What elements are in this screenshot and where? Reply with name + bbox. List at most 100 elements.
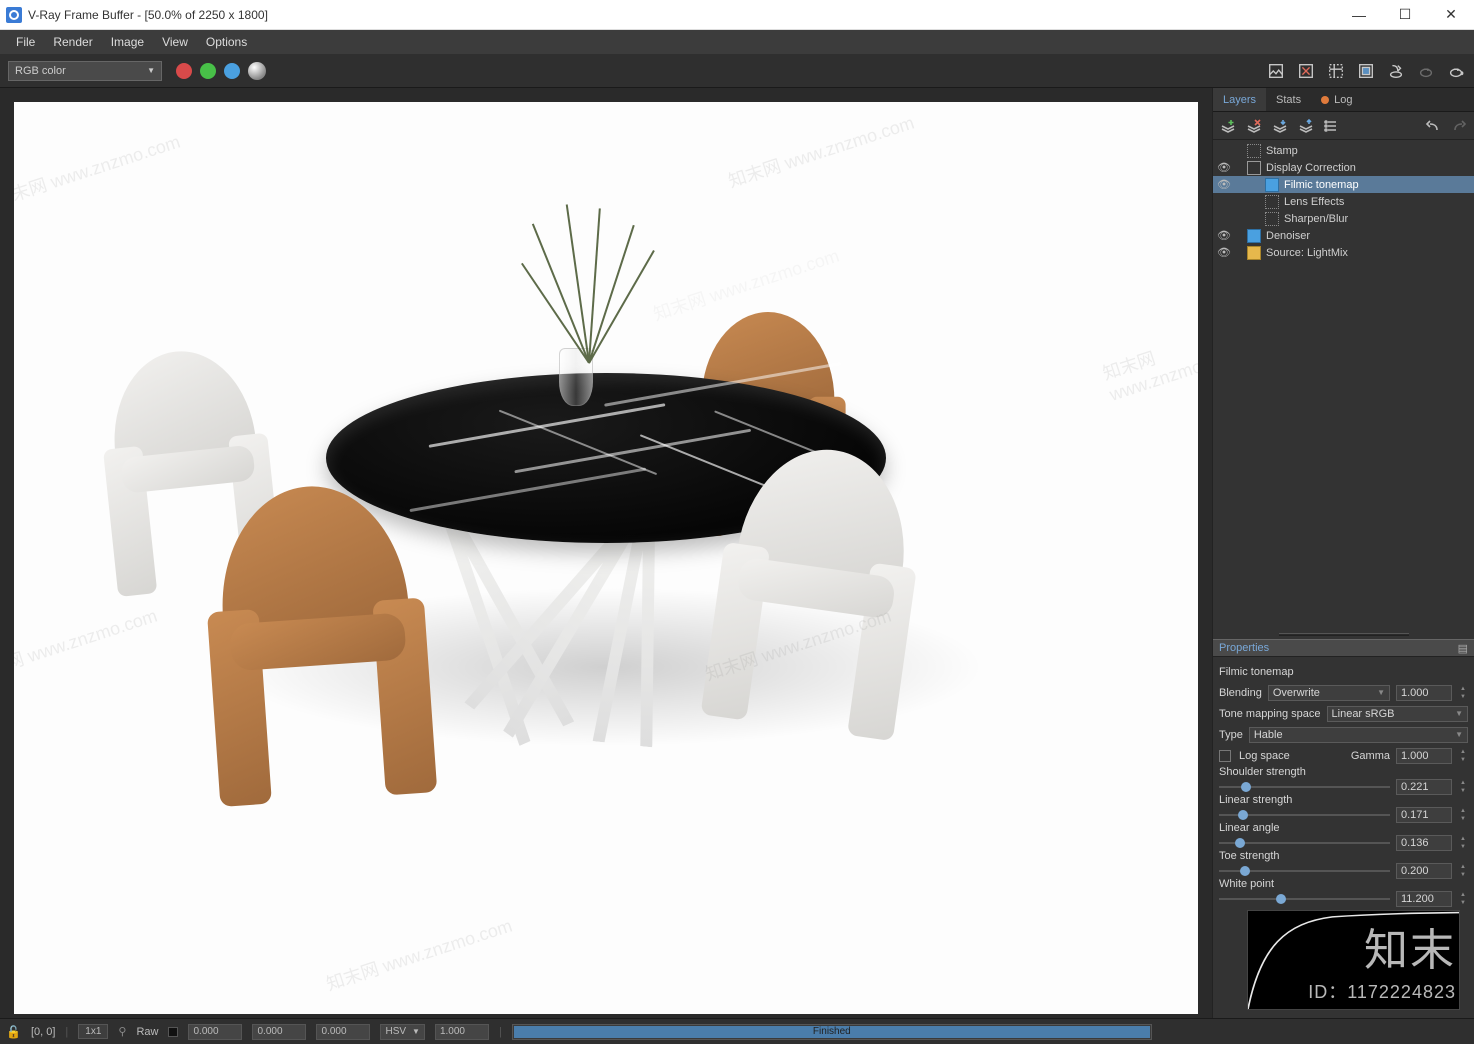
gamma-spinner[interactable]: ▲▼	[1458, 748, 1468, 764]
slider-spinner[interactable]: ▲▼	[1458, 891, 1468, 907]
side-tabs: Layers Stats Log	[1213, 88, 1474, 112]
layer-type-icon	[1265, 212, 1279, 226]
slider-track[interactable]	[1219, 809, 1390, 821]
visibility-toggle-icon[interactable]: 👁	[1213, 229, 1235, 242]
slider-value-field[interactable]: 0.136	[1396, 835, 1452, 851]
undo-icon[interactable]	[1424, 117, 1442, 135]
slider-spinner[interactable]: ▲▼	[1458, 835, 1468, 851]
slider-track[interactable]	[1219, 865, 1390, 877]
blending-select[interactable]: Overwrite▼	[1268, 685, 1390, 701]
panel-resize-grip[interactable]	[1213, 629, 1474, 639]
properties-header[interactable]: Properties ▤	[1213, 639, 1474, 657]
layer-row[interactable]: 👁Denoiser	[1213, 227, 1474, 244]
color-swatch	[168, 1027, 178, 1037]
alpha-field[interactable]: 1.000	[435, 1024, 489, 1040]
slider-track[interactable]	[1219, 893, 1390, 905]
save-preset-icon[interactable]	[1271, 117, 1289, 135]
layer-row[interactable]: 👁 Source: LightMix	[1213, 244, 1474, 261]
blending-label: Blending	[1219, 687, 1262, 699]
close-button[interactable]: ✕	[1428, 0, 1474, 29]
layer-label: Display Correction	[1266, 162, 1356, 174]
add-layer-icon[interactable]	[1219, 117, 1237, 135]
slider-value-field[interactable]: 0.200	[1396, 863, 1452, 879]
clear-image-icon[interactable]	[1296, 61, 1316, 81]
slider-value-field[interactable]: 11.200	[1396, 891, 1452, 907]
gamma-field[interactable]: 1.000	[1396, 748, 1452, 764]
menubar: File Render Image View Options	[0, 30, 1474, 54]
lock-icon[interactable]: 🔓	[6, 1025, 21, 1039]
slider-track[interactable]	[1219, 837, 1390, 849]
blending-amount-spinner[interactable]: ▲▼	[1458, 685, 1468, 701]
menu-options[interactable]: Options	[198, 33, 255, 51]
layer-row[interactable]: Lens Effects	[1213, 193, 1474, 210]
menu-image[interactable]: Image	[103, 33, 152, 51]
delete-layer-icon[interactable]	[1245, 117, 1263, 135]
tonemap-curve[interactable]	[1247, 910, 1460, 1010]
region-render-icon[interactable]	[1326, 61, 1346, 81]
save-image-icon[interactable]	[1266, 61, 1286, 81]
load-preset-icon[interactable]	[1297, 117, 1315, 135]
progress-label: Finished	[513, 1025, 1151, 1039]
blending-amount-field[interactable]: 1.000	[1396, 685, 1452, 701]
layer-row[interactable]: Sharpen/Blur	[1213, 210, 1474, 227]
slider-spinner[interactable]: ▲▼	[1458, 807, 1468, 823]
titlebar[interactable]: V-Ray Frame Buffer - [50.0% of 2250 x 18…	[0, 0, 1474, 30]
render-last-icon[interactable]	[1386, 61, 1406, 81]
value-r-field[interactable]: 0.000	[188, 1024, 242, 1040]
slider-spinner[interactable]: ▲▼	[1458, 863, 1468, 879]
layer-label: Sharpen/Blur	[1284, 213, 1348, 225]
channel-select[interactable]: RGB color ▼	[8, 61, 162, 81]
layer-label: Stamp	[1266, 145, 1298, 157]
layer-row[interactable]: Stamp	[1213, 142, 1474, 159]
value-g-field[interactable]: 0.000	[252, 1024, 306, 1040]
teapot-render-icon[interactable]	[1446, 61, 1466, 81]
slider-value-field[interactable]: 0.171	[1396, 807, 1452, 823]
tab-layers[interactable]: Layers	[1213, 88, 1266, 111]
tab-stats[interactable]: Stats	[1266, 88, 1311, 111]
layer-options-icon[interactable]	[1323, 117, 1341, 135]
layer-row[interactable]: 👁Filmic tonemap	[1213, 176, 1474, 193]
green-channel-toggle[interactable]	[200, 63, 216, 79]
layer-label: Lens Effects	[1284, 196, 1344, 208]
slider-spinner[interactable]: ▲▼	[1458, 779, 1468, 795]
layer-tree[interactable]: Stamp 👁 Display Correction 👁Filmic tonemap L…	[1213, 140, 1474, 263]
type-select[interactable]: Hable▼	[1249, 727, 1468, 743]
region-size-select[interactable]: 1x1	[78, 1024, 108, 1039]
track-mouse-icon[interactable]	[1356, 61, 1376, 81]
blue-channel-toggle[interactable]	[224, 63, 240, 79]
teapot-disabled-icon	[1416, 61, 1436, 81]
slider-label: Linear strength	[1219, 794, 1468, 806]
render-image[interactable]: 知末网 www.znzmo.com 知末网 www.znzmo.com 知末网 …	[14, 102, 1198, 1014]
layer-label: Source: LightMix	[1266, 247, 1348, 259]
minimize-button[interactable]: —	[1336, 0, 1382, 29]
layer-row[interactable]: 👁 Display Correction	[1213, 159, 1474, 176]
visibility-toggle-icon[interactable]: 👁	[1213, 246, 1235, 259]
visibility-toggle-icon[interactable]: 👁	[1213, 161, 1235, 174]
slider-track[interactable]	[1219, 781, 1390, 793]
menu-render[interactable]: Render	[45, 33, 100, 51]
log-indicator-icon	[1321, 96, 1329, 104]
color-space-select[interactable]: HSV▼	[380, 1024, 424, 1040]
mono-channel-toggle[interactable]	[248, 62, 266, 80]
viewport[interactable]: 知末网 www.znzmo.com 知末网 www.znzmo.com 知末网 …	[0, 88, 1212, 1018]
menu-view[interactable]: View	[154, 33, 196, 51]
properties-menu-icon[interactable]: ▤	[1458, 642, 1468, 655]
value-b-field[interactable]: 0.000	[316, 1024, 370, 1040]
link-icon[interactable]: ⚲	[118, 1025, 126, 1038]
maximize-button[interactable]: ☐	[1382, 0, 1428, 29]
tms-select[interactable]: Linear sRGB▼	[1327, 706, 1468, 722]
slider-label: Linear angle	[1219, 822, 1468, 834]
red-channel-toggle[interactable]	[176, 63, 192, 79]
redo-icon[interactable]	[1450, 117, 1468, 135]
tms-label: Tone mapping space	[1219, 708, 1321, 720]
log-space-checkbox[interactable]	[1219, 750, 1231, 762]
window-title: V-Ray Frame Buffer - [50.0% of 2250 x 18…	[28, 8, 1336, 22]
visibility-toggle-icon[interactable]: 👁	[1213, 178, 1235, 191]
raw-label: Raw	[136, 1026, 158, 1038]
menu-file[interactable]: File	[8, 33, 43, 51]
log-space-label: Log space	[1239, 750, 1290, 762]
render-scene	[14, 102, 1198, 1014]
slider-value-field[interactable]: 0.221	[1396, 779, 1452, 795]
side-panel: Layers Stats Log Stamp 👁 Display Correctio…	[1212, 88, 1474, 1018]
tab-log[interactable]: Log	[1311, 88, 1362, 111]
